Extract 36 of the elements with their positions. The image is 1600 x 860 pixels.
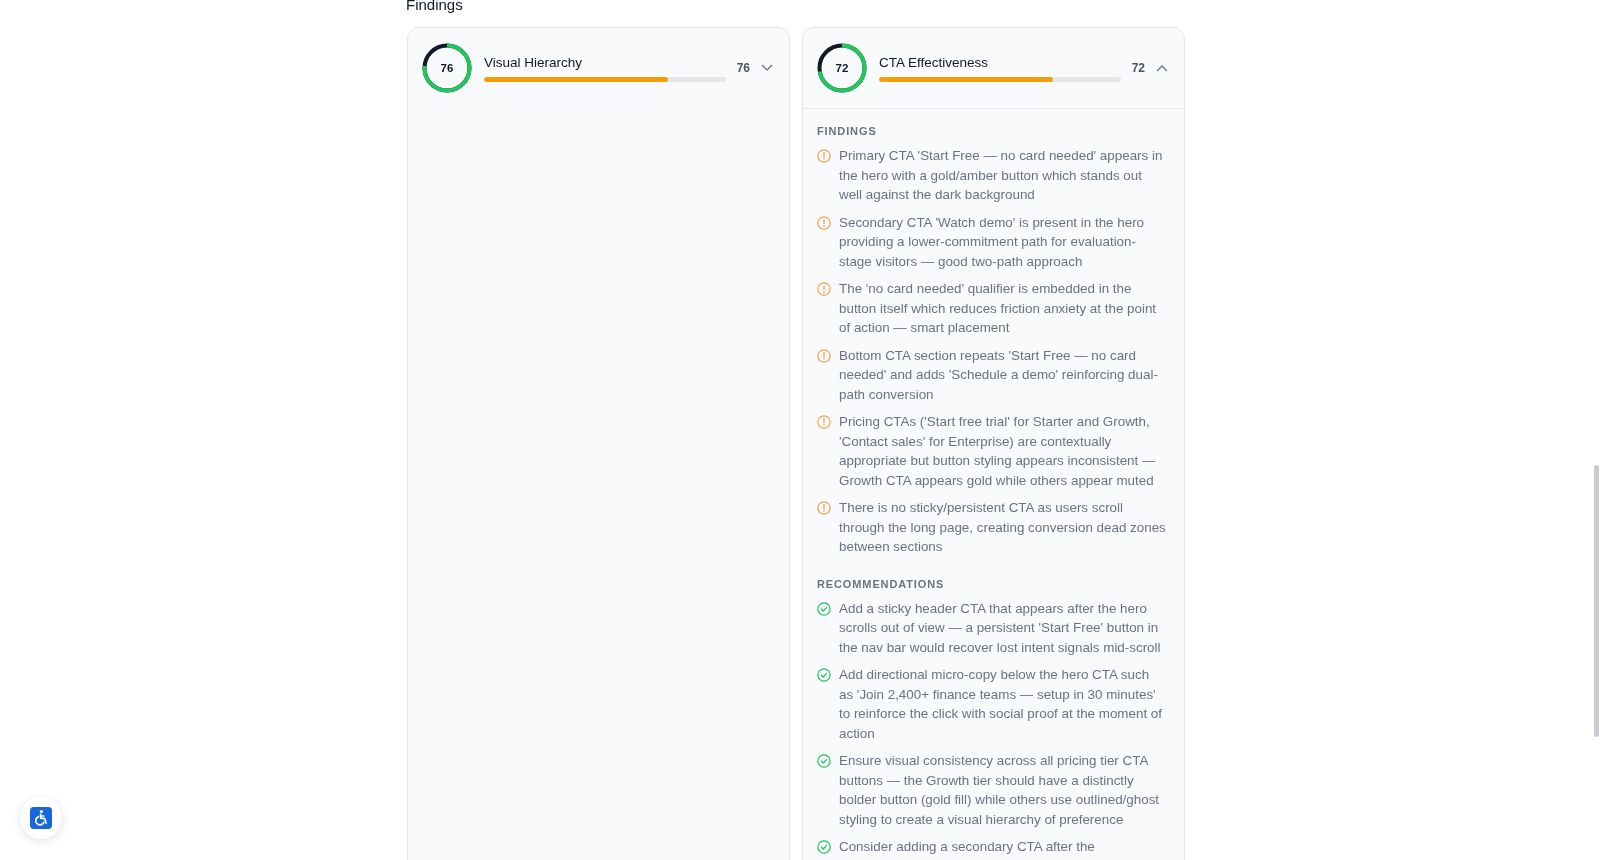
section-label: FINDINGS <box>817 124 877 138</box>
scrollbar-thumb[interactable] <box>1594 465 1599 737</box>
score-value: 72 <box>1131 60 1145 77</box>
finding-text: Secondary CTA 'Watch demo' is present in the hero providing a lower-commitment path for evaluation-stage visitors — good two-path approach <box>839 213 1146 271</box>
accessibility-button[interactable] <box>20 797 62 839</box>
category-title: Visual Hierarchy <box>484 54 583 72</box>
score-ring <box>422 43 472 93</box>
score-ring <box>817 43 867 93</box>
alert-icon <box>817 501 831 515</box>
alert-icon <box>817 282 831 296</box>
finding-text: Pricing CTAs ('Start free trial' for Starter and Growth, 'Contact sales' for Enterprise) are contextually appropriate but button styling appears inconsistent — Growth CTA appears gold while others appear muted <box>839 413 1157 490</box>
recommendation-text: Consider adding a secondary CTA after the <box>839 838 1096 856</box>
check-circle-icon <box>817 601 831 616</box>
score-value: 76 <box>736 60 750 77</box>
finding-text: The 'no card needed' qualifier is embedded in the button itself which reduces friction anxiety at the point of action — smart placement <box>839 280 1158 337</box>
alert-icon <box>817 348 831 363</box>
alert-icon <box>817 415 831 429</box>
alert-icon <box>817 149 831 163</box>
finding-text: Bottom CTA section repeats 'Start Free — no card needed' and adds 'Schedule a demo' reinforcing dual-path conversion <box>839 346 1159 404</box>
section-label: RECOMMENDATIONS <box>817 576 945 591</box>
wheelchair-icon <box>30 807 52 829</box>
section-heading: Findings <box>406 0 463 14</box>
ring-score-label: 76 <box>440 61 454 75</box>
finding-text: Primary CTA 'Start Free — no card needed' appears in the hero with a gold/amber button which stands out well against the dark background <box>839 147 1164 204</box>
recommendation-text: Add a sticky header CTA that appears after the hero scrolls out of view — a persistent 'Start Free' button in the nav bar would recover lost intent signals mid-scroll <box>839 599 1162 657</box>
check-circle-icon <box>817 840 831 854</box>
check-circle-icon <box>817 668 831 682</box>
chevron-up-icon <box>1156 64 1168 72</box>
category-title: CTA Effectiveness <box>879 54 989 72</box>
alert-icon <box>817 215 831 230</box>
check-circle-icon <box>817 754 831 768</box>
ring-score-label: 72 <box>835 61 849 75</box>
finding-text: There is no sticky/persistent CTA as users scroll through the long page, creating conversion dead zones between sections <box>839 499 1166 556</box>
recommendation-text: Add directional micro-copy below the hero CTA such as 'Join 2,400+ finance teams — setup in 30 minutes' to reinforce the click with social proof at the moment of action <box>839 666 1163 743</box>
recommendation-text: Ensure visual consistency across all pricing tier CTA buttons — the Growth tier should have a distinctly bolder button (gold fill) while others use outlined/ghost styling to create a visual hierarchy of preference <box>839 752 1161 829</box>
chevron-down-icon <box>761 64 773 72</box>
